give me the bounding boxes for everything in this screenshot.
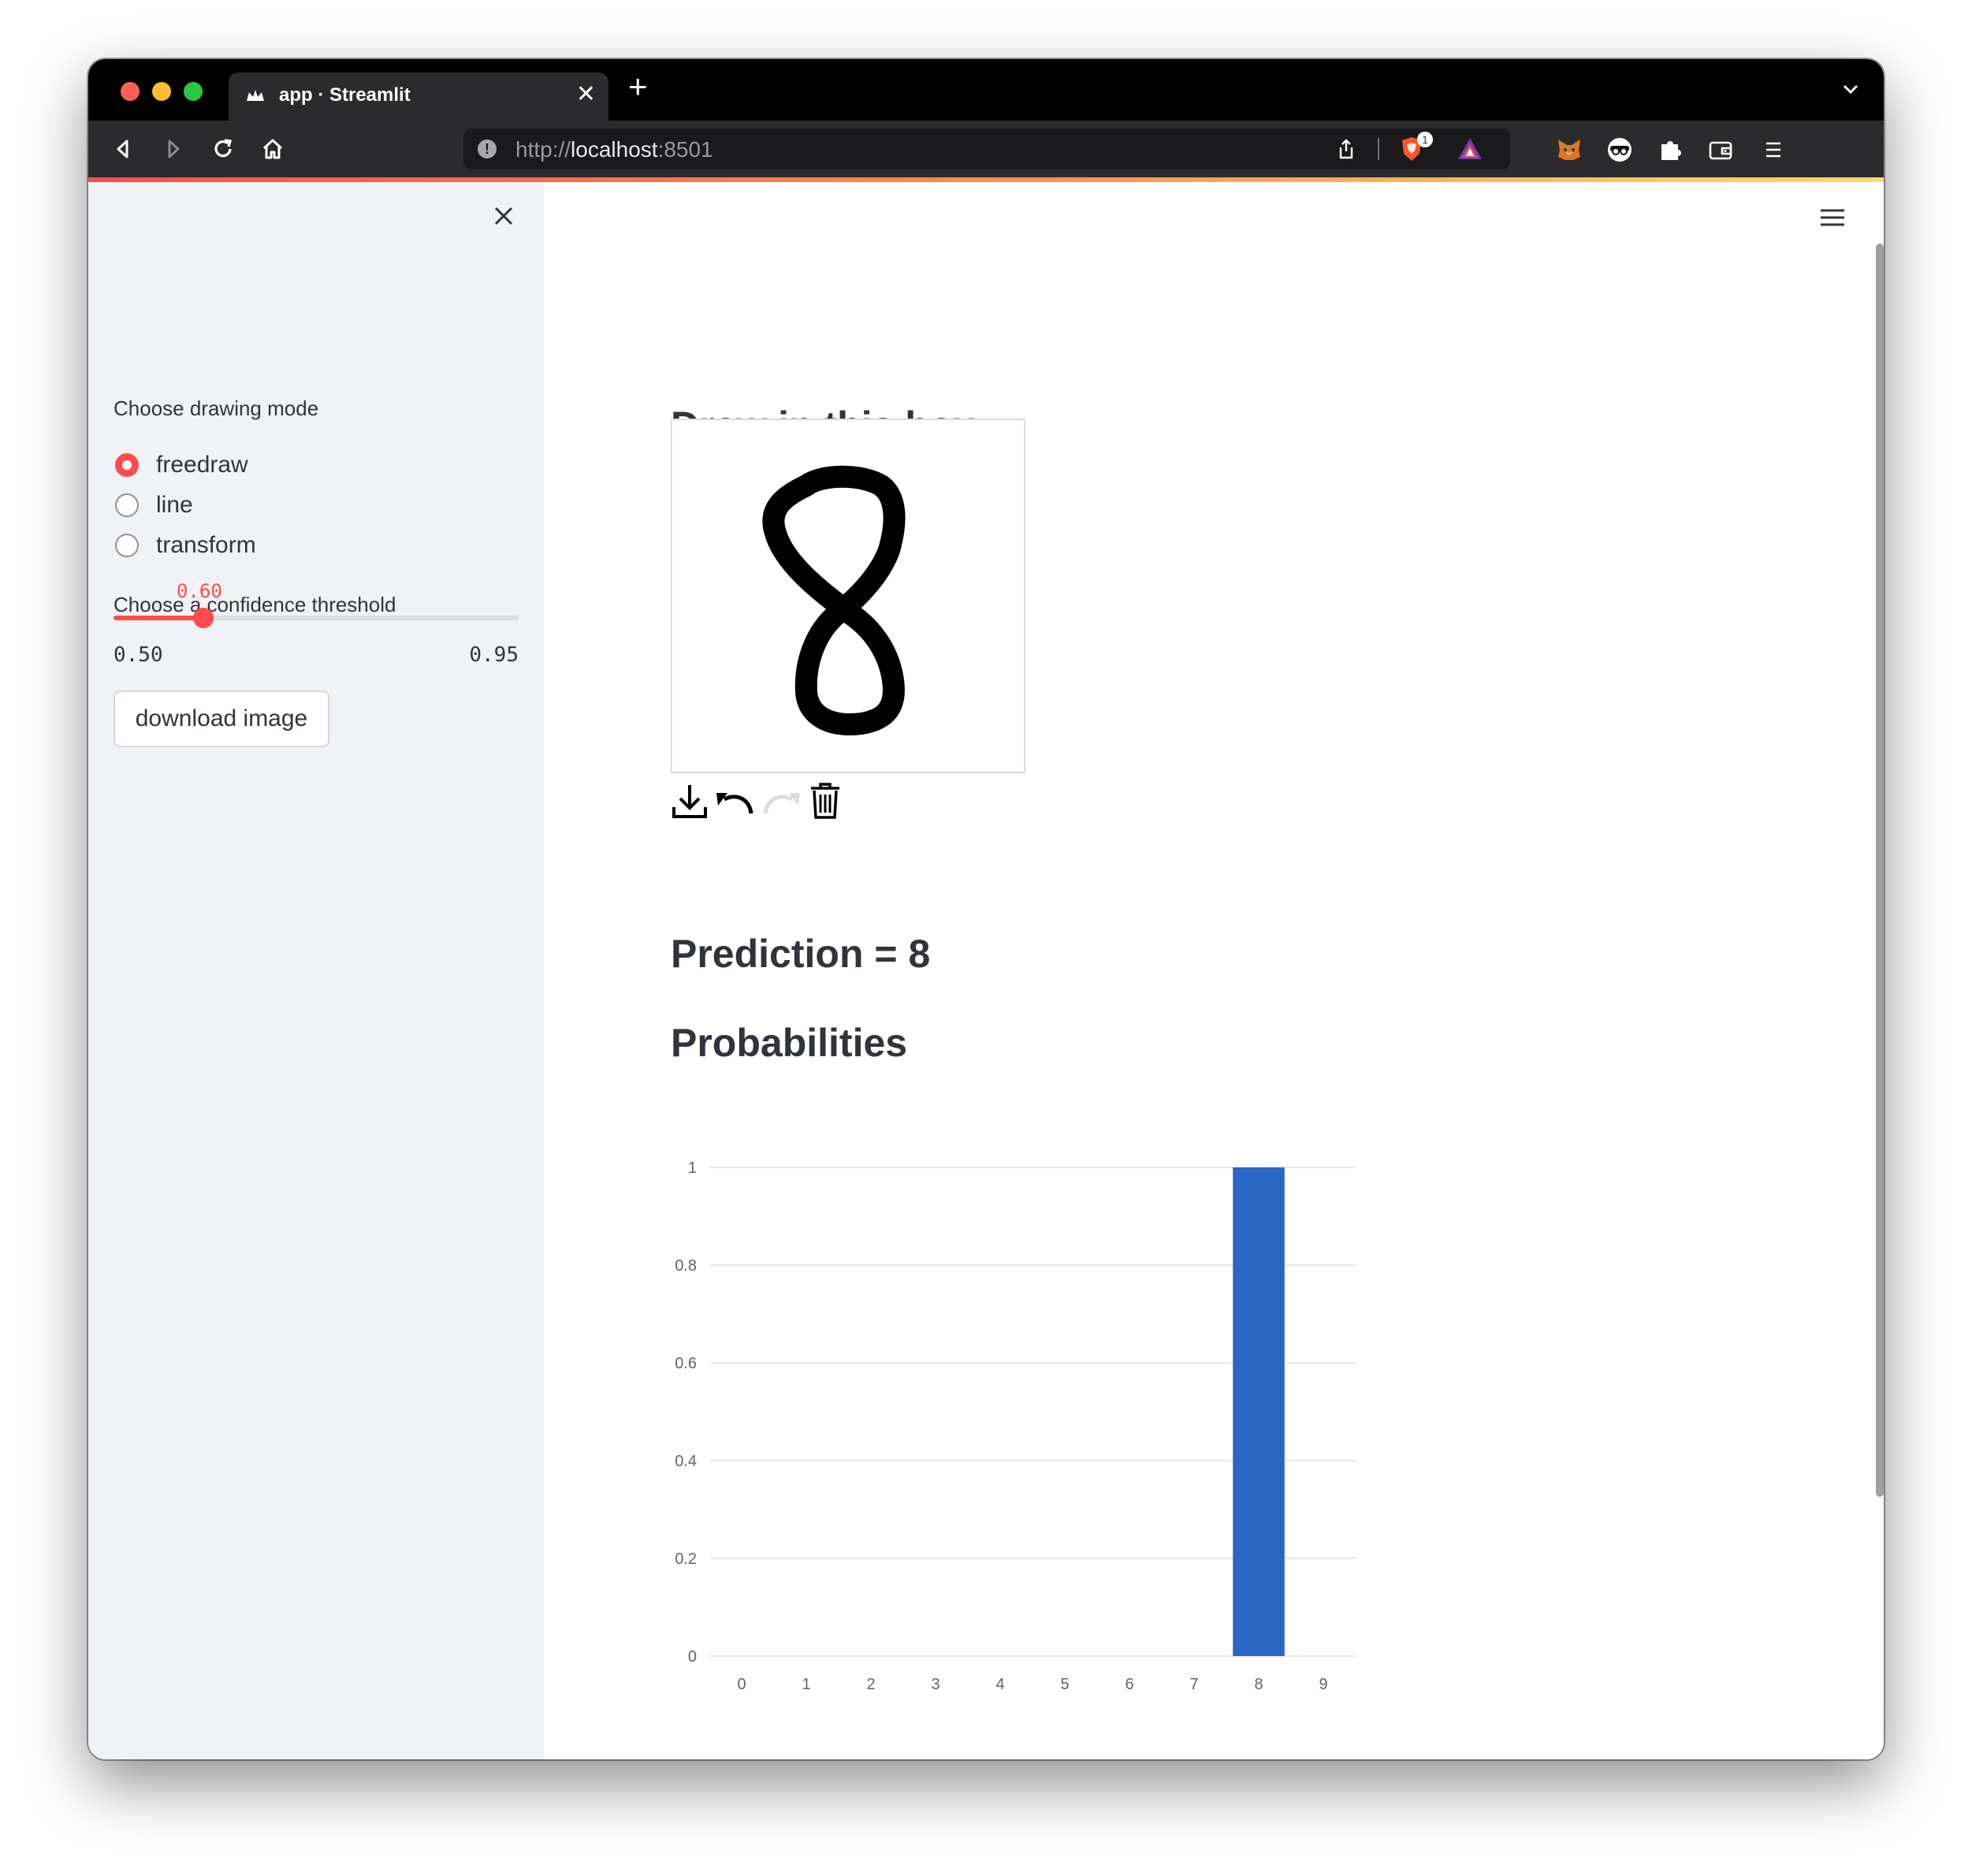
prediction-heading: Prediction = 8 [671,932,931,976]
reload-icon[interactable] [210,136,236,162]
y-tick-label: 0.2 [675,1550,697,1568]
y-tick-label: 0 [688,1648,697,1666]
minimize-window-button[interactable] [152,82,171,101]
radio-button[interactable] [115,534,139,557]
url-scheme: http:// [515,137,571,162]
home-icon[interactable] [260,136,285,162]
slider-min-label: 0.50 [113,643,163,667]
url-host: localhost [571,137,658,162]
x-tick-label: 4 [995,1676,1004,1693]
puzzle-icon[interactable] [1657,136,1684,163]
menu-icon[interactable] [1759,136,1786,163]
trash-icon[interactable] [808,781,843,821]
radio-label: line [156,492,193,518]
slider-thumb[interactable] [193,608,214,628]
x-tick-label: 0 [737,1676,746,1693]
y-tick-label: 1 [688,1159,697,1177]
x-tick-label: 6 [1125,1676,1133,1693]
hamburger-menu-icon[interactable] [1819,207,1846,228]
wallet-icon[interactable] [1707,136,1734,163]
radio-button[interactable] [115,493,139,517]
x-tick-label: 8 [1254,1676,1263,1693]
x-tick-label: 3 [931,1676,939,1693]
tab-close-icon[interactable]: ✕ [576,80,596,108]
y-tick-label: 0.4 [675,1453,697,1470]
bar-8[interactable] [1233,1167,1285,1656]
url-port: :8501 [657,137,713,162]
x-tick-label: 5 [1060,1676,1069,1693]
address-bar[interactable]: ! http://localhost:8501 1 [463,128,1510,169]
url-text[interactable]: http://localhost:8501 [515,137,713,162]
x-tick-label: 2 [866,1676,875,1693]
shields-count-badge: 1 [1417,132,1433,147]
radio-option-transform[interactable]: transform [115,530,256,561]
tab-title: app · Streamlit [279,84,411,106]
browser-window: app · Streamlit ✕ + ! http://localhost:8… [88,59,1884,1759]
metamask-fox-icon[interactable] [1556,136,1583,163]
close-sidebar-icon[interactable] [492,204,515,228]
canvas-toolbar [671,781,847,821]
streamlit-crown-icon [247,90,264,101]
undo-icon[interactable] [713,782,756,820]
x-tick-label: 9 [1319,1676,1327,1693]
x-tick-label: 7 [1189,1676,1198,1693]
browser-tab[interactable]: app · Streamlit ✕ [229,73,608,121]
drawing-mode-label: Choose drawing mode [113,396,319,420]
download-image-button[interactable]: download image [113,690,329,747]
browser-toolbar: ! http://localhost:8501 1 [88,121,1884,177]
download-icon[interactable] [671,782,709,820]
slider-fill [113,616,204,620]
redo-icon[interactable] [761,782,803,820]
chevron-down-icon[interactable] [1841,80,1860,99]
new-tab-button[interactable]: + [628,70,648,103]
radio-option-line[interactable]: line [115,489,193,521]
sidebar: Choose drawing mode freedraw line transf… [88,182,544,1759]
close-window-button[interactable] [121,82,140,101]
privacy-eyes-icon[interactable] [1606,136,1633,163]
drawing-canvas[interactable] [671,419,1025,773]
radio-label: transform [156,532,256,558]
back-icon[interactable] [110,136,136,162]
drawn-digit [762,465,906,735]
radio-option-freedraw[interactable]: freedraw [115,449,248,481]
site-info-icon[interactable]: ! [478,140,497,158]
slider-max-label: 0.95 [469,643,519,667]
share-icon[interactable] [1335,138,1357,160]
radio-button-checked[interactable] [115,453,139,477]
probability-bar-chart: 0 0.2 0.4 0.6 0.8 1 0 1 2 3 4 5 6 7 8 9 [675,1159,1356,1693]
main-content: Draw in this box Prediction = 8 [544,182,1884,1759]
tab-strip: app · Streamlit ✕ + [88,59,1884,121]
maximize-window-button[interactable] [184,82,203,101]
slider-track[interactable] [113,616,519,620]
radio-label: freedraw [156,452,248,478]
y-tick-label: 0.6 [675,1355,697,1372]
probabilities-heading: Probabilities [671,1021,908,1065]
x-tick-label: 1 [802,1676,810,1693]
y-tick-label: 0.8 [675,1257,697,1275]
threshold-label: Choose a confidence threshold [113,593,396,616]
url-divider [1378,138,1379,160]
forward-icon[interactable] [161,136,186,162]
brave-rewards-icon[interactable] [1457,136,1483,162]
scrollbar[interactable] [1876,244,1884,1497]
slider-current-value: 0.60 [177,580,222,602]
